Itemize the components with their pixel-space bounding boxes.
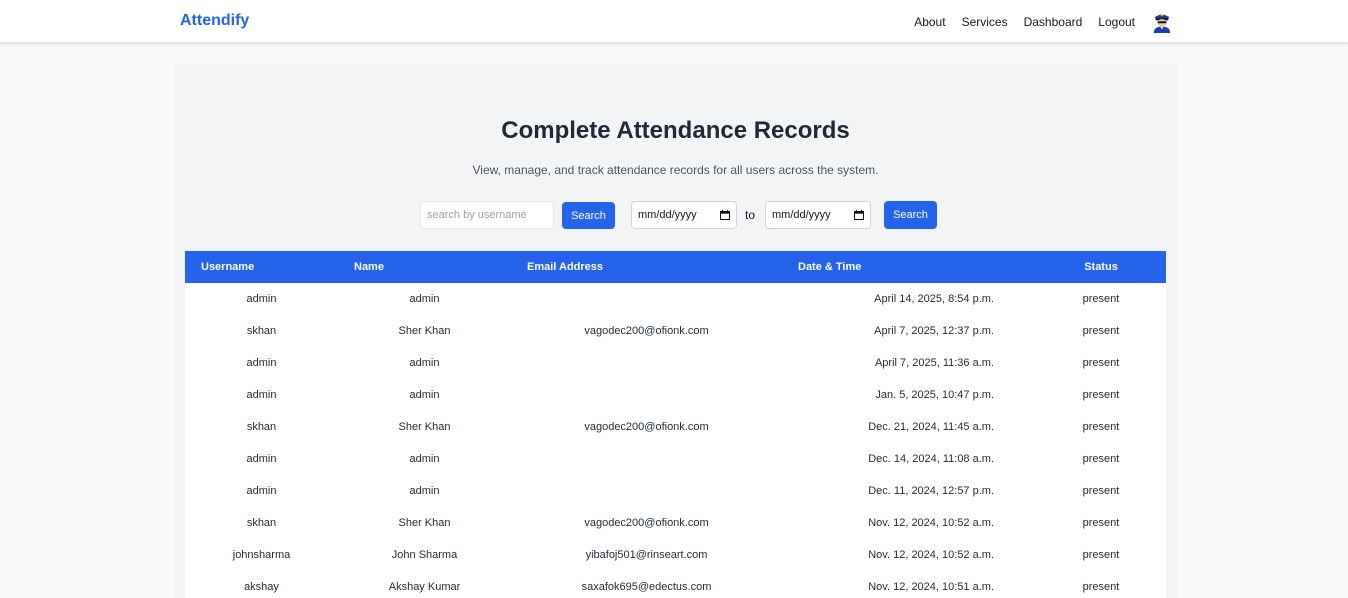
cell-name: admin — [409, 357, 440, 369]
nav-link-services[interactable]: Services — [962, 15, 1008, 29]
nav-link-dashboard[interactable]: Dashboard — [1024, 15, 1083, 29]
cell-status: present — [1082, 325, 1120, 337]
cell-status: present — [1082, 485, 1120, 497]
attendance-table: Username Name Email Address Date & Time … — [185, 251, 1166, 598]
table-row: johnsharma John Sharma yibafoj501@rinseart… — [185, 539, 1166, 571]
nav-links: About Services Dashboard Logout — [898, 0, 1173, 43]
cell-date-time: Dec. 21, 2024, 11:45 a.m. — [868, 421, 994, 433]
table-header-row: Username Name Email Address Date & Time … — [185, 251, 1166, 283]
cell-username: skhan — [246, 325, 277, 337]
cell-name: Sher Khan — [398, 421, 451, 433]
cell-name: admin — [409, 293, 440, 305]
cell-email — [511, 283, 782, 315]
cell-status: present — [1082, 581, 1120, 593]
cell-username: admin — [246, 389, 277, 401]
table-row: skhan Sher Khan vagodec200@ofionk.com April… — [185, 315, 1166, 347]
table-row: admin admin April 14, 2025, 8:54 p.m. prese… — [185, 283, 1166, 315]
cell-name: Akshay Kumar — [388, 581, 461, 593]
cell-username: johnsharma — [232, 549, 291, 561]
cell-username: admin — [246, 357, 277, 369]
date-from-input[interactable]: mm/dd/yyyy — [631, 201, 737, 229]
cell-username: admin — [246, 485, 277, 497]
cell-email: yibafoj501@rinseart.com — [585, 549, 708, 561]
cell-status: present — [1082, 357, 1120, 369]
cell-status: present — [1082, 421, 1120, 433]
cell-date-time: April 7, 2025, 12:37 p.m. — [874, 325, 994, 337]
cell-status: present — [1082, 517, 1120, 529]
cell-name: admin — [409, 389, 440, 401]
police-officer-avatar-icon[interactable] — [1151, 11, 1173, 33]
cell-username: skhan — [246, 517, 277, 529]
cell-name: Sher Khan — [398, 517, 451, 529]
username-search-button[interactable]: Search — [562, 202, 615, 229]
cell-name: Sher Khan — [398, 325, 451, 337]
cell-name: admin — [409, 485, 440, 497]
date-to-input[interactable]: mm/dd/yyyy — [765, 201, 871, 229]
cell-email: vagodec200@ofionk.com — [584, 517, 709, 529]
navbar: Attendify About Services Dashboard Logou… — [0, 0, 1348, 43]
date-range-to-label: to — [745, 208, 756, 222]
date-to-value: mm/dd/yyyy — [772, 209, 831, 221]
cell-email: saxafok695@edectus.com — [581, 581, 712, 593]
cell-username: skhan — [246, 421, 277, 433]
username-search-input[interactable] — [420, 201, 554, 229]
cell-email: vagodec200@ofionk.com — [584, 325, 709, 337]
column-header-date-time: Date & Time — [798, 261, 862, 273]
cell-date-time: Dec. 11, 2024, 12:57 p.m. — [868, 485, 994, 497]
cell-email — [511, 379, 782, 411]
cell-date-time: Nov. 12, 2024, 10:52 a.m. — [868, 549, 994, 561]
nav-link-logout[interactable]: Logout — [1098, 15, 1135, 29]
date-search-button[interactable]: Search — [884, 201, 937, 229]
table-row: admin admin April 7, 2025, 11:36 a.m. prese… — [185, 347, 1166, 379]
cell-date-time: April 14, 2025, 8:54 p.m. — [874, 293, 994, 305]
column-header-email: Email Address — [527, 261, 604, 273]
cell-date-time: Jan. 5, 2025, 10:47 p.m. — [875, 389, 994, 401]
cell-username: admin — [246, 293, 277, 305]
cell-date-time: Nov. 12, 2024, 10:52 a.m. — [868, 517, 994, 529]
table-row: akshay Akshay Kumar saxafok695@edectus.com… — [185, 571, 1166, 598]
cell-username: akshay — [244, 581, 279, 593]
table-row: admin admin Dec. 14, 2024, 11:08 a.m. prese… — [185, 443, 1166, 475]
nav-link-about[interactable]: About — [914, 15, 945, 29]
calendar-icon[interactable] — [720, 210, 730, 220]
cell-date-time: Dec. 14, 2024, 11:08 a.m. — [868, 453, 994, 465]
page-subtitle: View, manage, and track attendance recor… — [472, 163, 879, 177]
records-panel: Complete Attendance Records View, manage… — [174, 64, 1177, 598]
page-title: Complete Attendance Records — [501, 117, 850, 144]
cell-status: present — [1082, 549, 1120, 561]
table-row: skhan Sher Khan vagodec200@ofionk.com Nov. … — [185, 507, 1166, 539]
cell-name: John Sharma — [391, 549, 458, 561]
date-from-value: mm/dd/yyyy — [638, 209, 697, 221]
cell-email — [511, 443, 782, 475]
cell-status: present — [1082, 453, 1120, 465]
cell-name: admin — [409, 453, 440, 465]
cell-date-time: Nov. 12, 2024, 10:51 a.m. — [868, 581, 994, 593]
table-row: admin admin Jan. 5, 2025, 10:47 p.m. presen… — [185, 379, 1166, 411]
column-header-name: Name — [354, 261, 384, 273]
brand-logo[interactable]: Attendify — [180, 12, 249, 30]
cell-email: vagodec200@ofionk.com — [584, 421, 709, 433]
column-header-username: Username — [201, 261, 255, 273]
column-header-status: Status — [1084, 261, 1118, 273]
cell-date-time: April 7, 2025, 11:36 a.m. — [874, 357, 994, 369]
table-row: skhan Sher Khan vagodec200@ofionk.com Dec. … — [185, 411, 1166, 443]
cell-username: admin — [246, 453, 277, 465]
cell-status: present — [1082, 293, 1120, 305]
table-row: admin admin Dec. 11, 2024, 12:57 p.m. prese… — [185, 475, 1166, 507]
calendar-icon[interactable] — [854, 210, 864, 220]
cell-status: present — [1082, 389, 1120, 401]
cell-email — [511, 475, 782, 507]
cell-email — [511, 347, 782, 379]
